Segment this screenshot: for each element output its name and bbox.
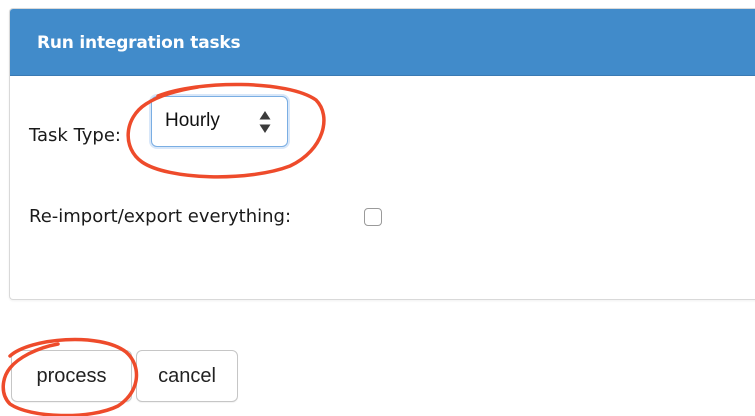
panel-header: Run integration tasks [10,9,755,76]
cancel-button[interactable]: cancel [136,350,238,402]
cancel-button-label: cancel [158,364,216,387]
task-type-select[interactable]: Hourly [151,96,288,147]
panel-title: Run integration tasks [37,33,241,53]
reimport-everything-label: Re-import/export everything: [29,206,292,227]
process-button-label: process [36,364,107,387]
updown-arrows-icon [259,111,271,133]
reimport-everything-checkbox[interactable] [364,208,382,226]
integration-tasks-panel: Run integration tasks [9,8,755,300]
task-type-label: Task Type: [29,125,121,146]
page: Run integration tasks Task Type: Hourly … [0,0,755,416]
process-button[interactable]: process [11,350,132,402]
task-type-selected-value: Hourly [165,110,220,131]
